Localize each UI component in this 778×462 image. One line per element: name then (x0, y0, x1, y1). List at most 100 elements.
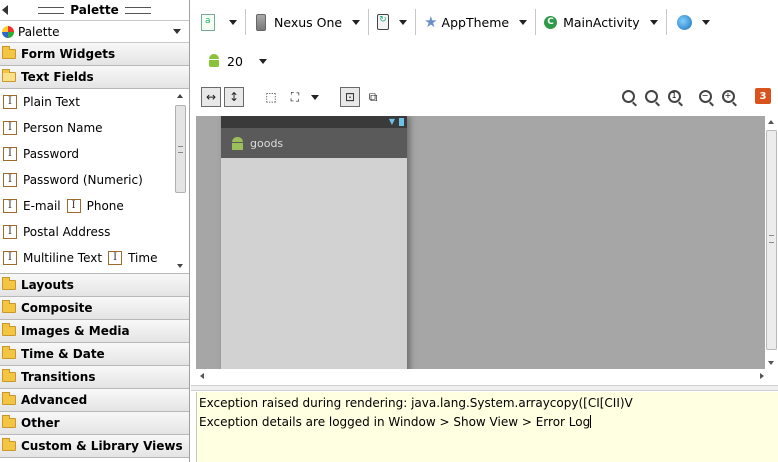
activity-icon: C (544, 15, 558, 29)
scroll-thumb[interactable] (175, 105, 186, 193)
render-error-panel[interactable]: Exception raised during rendering: java.… (196, 392, 778, 462)
text-field-icon (3, 251, 17, 265)
list-item: Password (0, 141, 189, 167)
category-text-fields[interactable]: Text Fields (0, 66, 189, 89)
scroll-down-icon[interactable] (768, 361, 774, 365)
category-label: Other (21, 416, 60, 430)
palette-icon (2, 25, 14, 38)
api-level-dropdown[interactable]: 20 (191, 46, 267, 76)
scroll-down-icon[interactable] (177, 264, 183, 268)
folder-icon (2, 415, 16, 428)
baseline-button[interactable]: ⊡ (340, 87, 360, 107)
error-count-badge[interactable]: 3 (755, 88, 771, 104)
widget-label: Time (128, 251, 158, 265)
category-label: Composite (21, 301, 93, 315)
widget-label: Password (Numeric) (23, 173, 143, 187)
zoom-100-button[interactable]: 1 (665, 87, 683, 105)
palette-mode-select[interactable]: Palette (0, 21, 189, 43)
category-advanced[interactable]: Advanced (0, 389, 189, 412)
scroll-right-icon[interactable] (760, 373, 764, 379)
canvas-horizontal-scrollbar[interactable] (196, 370, 768, 384)
theme-label: AppTheme (441, 14, 510, 30)
list-item: Person Name (0, 115, 189, 141)
widget-postal-address[interactable]: Postal Address (3, 225, 110, 239)
scroll-up-icon[interactable] (768, 120, 774, 124)
layout-canvas[interactable]: ▼ goods (196, 116, 768, 369)
palette-title: Palette (70, 3, 119, 17)
category-other[interactable]: Other (0, 412, 189, 435)
fill-height-icon: ↕ (228, 90, 240, 104)
canvas-vertical-scrollbar[interactable] (765, 116, 778, 369)
device-dropdown[interactable]: Nexus One (250, 9, 370, 35)
widget-email[interactable]: E-mail (3, 199, 61, 213)
chevron-down-icon (519, 19, 528, 25)
chevron-down-icon (258, 58, 267, 64)
chevron-down-icon (352, 19, 361, 25)
collapse-palette-icon[interactable] (2, 5, 8, 15)
category-form-widgets[interactable]: Form Widgets (0, 43, 189, 66)
widget-phone[interactable]: Phone (66, 199, 124, 213)
toggle-fill-height-button[interactable]: ↕ (224, 87, 244, 107)
theme-dropdown[interactable]: ★ AppTheme (420, 9, 537, 35)
widget-label: E-mail (23, 199, 61, 213)
error-message-line: Exception raised during rendering: java.… (199, 396, 633, 410)
panel-splitter[interactable] (191, 385, 778, 391)
chevron-down-icon[interactable] (311, 95, 319, 100)
emulate-real-size-button[interactable] (619, 87, 637, 105)
battery-icon (399, 118, 404, 126)
show-margins-button[interactable]: ⬚ (261, 87, 281, 107)
toggle-fill-width-button[interactable]: ↔ (201, 87, 221, 107)
locale-dropdown[interactable] (671, 9, 718, 35)
text-field-icon (3, 147, 17, 161)
zoom-out-button[interactable]: − (696, 87, 714, 105)
android-icon (207, 54, 221, 68)
scroll-thumb[interactable] (766, 130, 777, 350)
error-details-line: Exception details are logged in Window >… (199, 413, 776, 432)
category-composite[interactable]: Composite (0, 297, 189, 320)
widget-plain-text[interactable]: Plain Text (3, 95, 80, 109)
margins-icon: ⬚ (265, 90, 277, 104)
activity-dropdown[interactable]: C MainActivity (540, 9, 667, 35)
category-transitions[interactable]: Transitions (0, 366, 189, 389)
widget-password[interactable]: Password (3, 147, 79, 161)
folder-icon (2, 438, 16, 451)
device-action-bar[interactable]: goods (221, 128, 407, 158)
orientation-dropdown[interactable] (373, 9, 417, 35)
widget-label: Plain Text (23, 95, 80, 109)
activity-label: MainActivity (563, 14, 640, 30)
baseline-icon: ⊡ (344, 90, 356, 104)
zoom-in-button[interactable]: + (719, 87, 737, 105)
folder-icon (2, 323, 16, 336)
chevron-down-icon (173, 29, 181, 34)
text-fields-scrollbar[interactable] (174, 89, 187, 273)
category-custom-library-views[interactable]: Custom & Library Views (0, 435, 189, 458)
layout-file-icon (201, 13, 215, 31)
configuration-chooser[interactable] (201, 9, 246, 35)
category-layouts[interactable]: Layouts (0, 274, 189, 297)
device-preview[interactable]: ▼ goods (221, 116, 407, 369)
widget-multiline-text[interactable]: Multiline Text (3, 251, 102, 265)
change-gravity-button[interactable]: ⛶ (285, 87, 305, 107)
list-item: E-mail Phone (0, 193, 189, 219)
grip-left-icon (38, 6, 65, 14)
category-images-media[interactable]: Images & Media (0, 320, 189, 343)
category-label: Layouts (21, 278, 74, 292)
scroll-left-icon[interactable] (200, 373, 204, 379)
widget-person-name[interactable]: Person Name (3, 121, 103, 135)
zoom-to-fit-button[interactable] (642, 87, 660, 105)
api-level-label: 20 (227, 53, 243, 69)
distribute-weights-button[interactable]: ⧉ (363, 87, 383, 107)
gravity-icon: ⛶ (290, 90, 300, 104)
text-fields-list: Plain Text Person Name Password Password… (0, 89, 189, 274)
text-field-icon (3, 121, 17, 135)
globe-icon (676, 14, 692, 30)
widget-password-numeric[interactable]: Password (Numeric) (3, 173, 143, 187)
category-label: Images & Media (21, 324, 130, 338)
text-field-icon (66, 199, 81, 213)
zoom-fit-icon (644, 89, 658, 103)
scroll-up-icon[interactable] (177, 94, 183, 98)
text-field-icon (3, 199, 17, 213)
widget-time[interactable]: Time (108, 251, 157, 265)
layout-editor: Nexus One ★ AppTheme C MainActivity 20 ↔… (191, 0, 778, 462)
category-time-date[interactable]: Time & Date (0, 343, 189, 366)
